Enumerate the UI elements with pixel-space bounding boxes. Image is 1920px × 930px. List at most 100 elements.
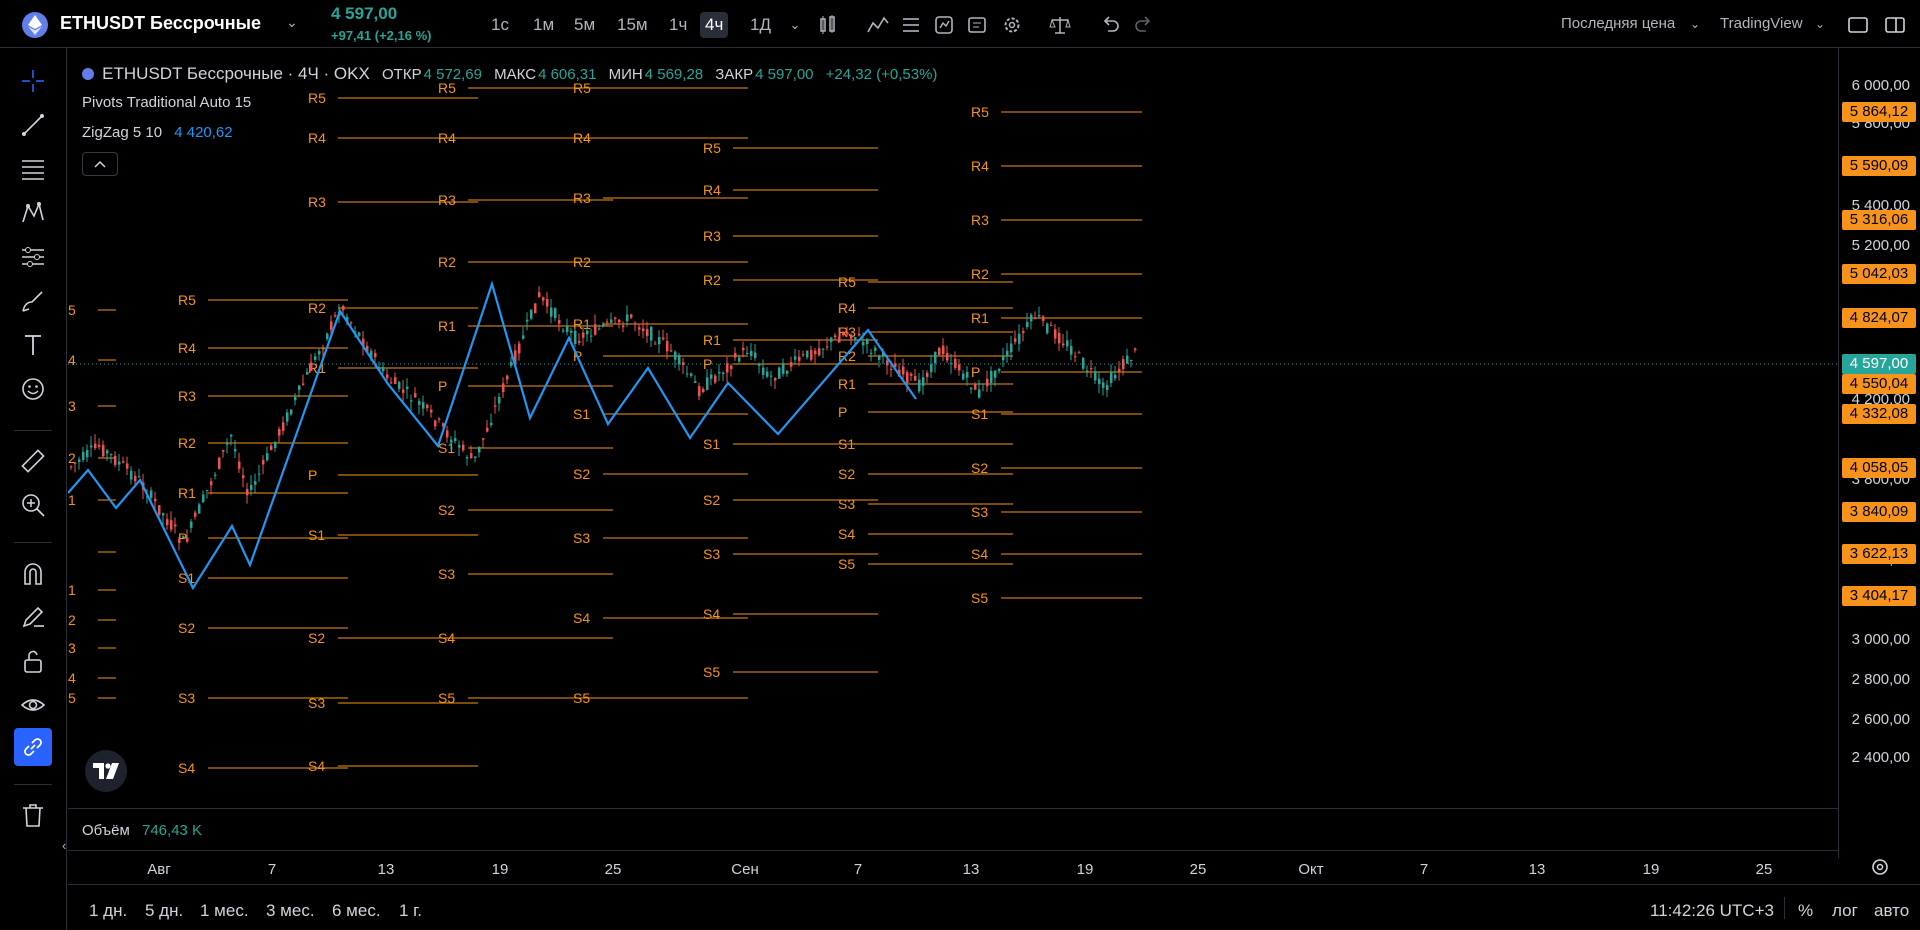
zigzag-indicator-legend[interactable]: ZigZag 5 10 4 420,62: [82, 124, 233, 141]
chevron-left-icon[interactable]: ‹: [62, 838, 66, 853]
fullscreen-icon[interactable]: [1845, 12, 1871, 38]
candle-body: [918, 379, 921, 392]
candle-body: [1038, 315, 1041, 317]
chevron-down-icon[interactable]: ⌄: [782, 12, 808, 38]
snapshot-icon[interactable]: [1882, 12, 1908, 38]
range-4-button[interactable]: 6 мес.: [332, 901, 381, 921]
price-chart[interactable]: 5432112345R5R4R3R2R1PS1S2S3S4S5R5R4R3R2R…: [68, 48, 1838, 808]
lock-icon[interactable]: [14, 642, 52, 680]
candle-body: [406, 386, 409, 389]
candle-body: [170, 520, 173, 530]
candle-body: [542, 297, 545, 301]
replay-icon[interactable]: [964, 12, 990, 38]
candle-body: [910, 373, 913, 376]
candle-body: [874, 347, 877, 351]
zoom-in-icon[interactable]: [14, 486, 52, 524]
settings-icon[interactable]: [1870, 857, 1890, 880]
chevron-down-icon[interactable]: ⌄: [1815, 17, 1825, 31]
alert-icon[interactable]: [931, 12, 957, 38]
candle-body: [798, 356, 801, 361]
candle-body: [530, 309, 533, 319]
indicators-icon[interactable]: [865, 12, 891, 38]
candle-body: [254, 481, 257, 485]
range-1-button[interactable]: 5 дн.: [145, 901, 183, 921]
zigzag-value: 4 420,62: [174, 124, 233, 141]
pivot-level-label: R3: [308, 194, 326, 210]
candle-body: [1042, 316, 1045, 321]
trash-icon[interactable]: [14, 796, 52, 834]
symbol-search-button[interactable]: ETHUSDT Бессрочные: [60, 13, 261, 34]
pivots-indicator-legend[interactable]: Pivots Traditional Auto 15: [82, 94, 251, 111]
collapse-legend-button[interactable]: [82, 152, 118, 176]
redo-icon[interactable]: [1131, 12, 1157, 38]
close-label: ЗАКР: [715, 66, 754, 83]
eye-icon[interactable]: [14, 686, 52, 724]
timeframe-6-button[interactable]: 1Д: [745, 12, 776, 38]
brush-icon[interactable]: [14, 282, 52, 320]
candle-body: [526, 319, 529, 322]
candle-body: [794, 356, 797, 360]
timeframe-3-button[interactable]: 15м: [612, 12, 653, 38]
bottom-toolbar: 11:42:26 UTC+3 % лог авто 1 дн. 5 дн. 1 ме…: [68, 884, 1920, 930]
pattern-icon[interactable]: [14, 194, 52, 232]
candle-body: [906, 372, 909, 384]
candle-body: [134, 475, 137, 482]
text-icon[interactable]: [14, 326, 52, 364]
candle-body: [398, 381, 401, 390]
range-3-button[interactable]: 3 мес.: [266, 901, 315, 921]
candle-body: [770, 375, 773, 377]
chevron-down-icon[interactable]: ⌄: [1690, 17, 1700, 31]
pivot-level-label: S4: [838, 526, 855, 542]
pivot-level-label: S5: [573, 690, 590, 706]
undo-icon[interactable]: [1097, 12, 1123, 38]
ruler-icon[interactable]: [14, 442, 52, 480]
candle-body: [814, 350, 817, 355]
candle-body: [758, 363, 761, 366]
pivot-level-label: S3: [178, 690, 195, 706]
clock[interactable]: 11:42:26 UTC+3: [1650, 901, 1774, 921]
emoji-icon[interactable]: [14, 370, 52, 408]
price-level-badge: 5 864,12: [1842, 102, 1916, 122]
timeframe-4-button[interactable]: 1ч: [664, 12, 692, 38]
pivot-level-label: R1: [178, 485, 196, 501]
candle-body: [570, 330, 573, 333]
gear-icon[interactable]: [999, 12, 1025, 38]
link-icon[interactable]: [14, 728, 52, 766]
candle-body: [638, 327, 641, 330]
timeframe-2-button[interactable]: 5м: [569, 12, 600, 38]
stay-drawing-icon[interactable]: [14, 598, 52, 636]
range-5-button[interactable]: 1 г.: [399, 901, 422, 921]
timeframe-5-button[interactable]: 4ч: [700, 12, 729, 38]
trend-line-icon[interactable]: [14, 106, 52, 144]
legend-title: ETHUSDT Бессрочные · 4Ч · OKX: [102, 64, 370, 83]
tradingview-logo[interactable]: [85, 750, 127, 792]
open-label: ОТКР: [382, 66, 422, 83]
fib-retracement-icon[interactable]: [14, 150, 52, 188]
percent-scale-button[interactable]: %: [1798, 901, 1813, 921]
range-2-button[interactable]: 1 мес.: [200, 901, 249, 921]
volume-pane[interactable]: Объём 746,43 K: [68, 808, 1838, 850]
log-scale-button[interactable]: лог: [1832, 901, 1858, 921]
price-type-dropdown[interactable]: Последняя цена: [1561, 15, 1675, 32]
range-0-button[interactable]: 1 дн.: [89, 901, 127, 921]
series-legend: ETHUSDT Бессрочные · 4Ч · OKX ОТКР 4 572,…: [82, 64, 937, 84]
timeframe-0-button[interactable]: 1с: [486, 12, 514, 38]
chevron-down-icon[interactable]: ⌄: [286, 14, 298, 31]
time-scale[interactable]: Авг 7 13 19 25 Сен 7 13 19 25 Окт 7 13 19 25: [68, 850, 1888, 885]
crosshair-icon[interactable]: [14, 62, 52, 100]
timeframe-1-button[interactable]: 1м: [528, 12, 559, 38]
compare-scale-icon[interactable]: [1047, 12, 1073, 38]
templates-icon[interactable]: [898, 12, 924, 38]
candles-icon[interactable]: [815, 12, 841, 38]
pivot-level-label: 3: [68, 640, 76, 656]
volume-value: 746,43 K: [142, 822, 203, 839]
candle-body: [958, 364, 961, 371]
auto-scale-button[interactable]: авто: [1874, 901, 1909, 921]
candle-body: [598, 328, 601, 330]
source-dropdown[interactable]: TradingView: [1720, 15, 1803, 32]
candle-body: [186, 537, 189, 542]
prediction-icon[interactable]: [14, 238, 52, 276]
pivot-level-label: R1: [971, 310, 989, 326]
magnet-icon[interactable]: [14, 554, 52, 592]
candle-body: [538, 292, 541, 297]
